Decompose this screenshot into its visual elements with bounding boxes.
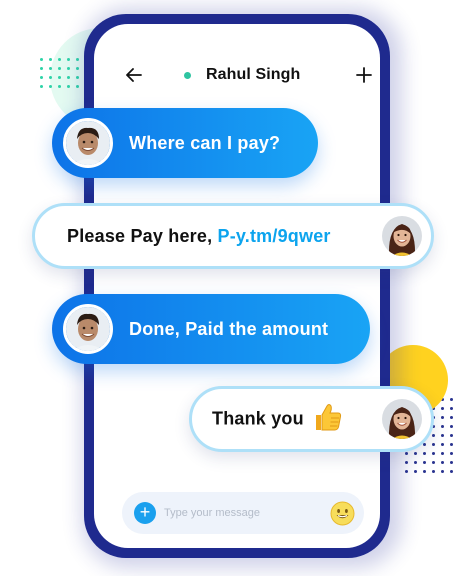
decorative-dot <box>76 67 79 70</box>
man-avatar <box>63 304 113 354</box>
message-text: Where can I pay? <box>129 132 281 153</box>
decorative-dot <box>450 443 453 446</box>
decorative-dot <box>49 67 52 70</box>
decorative-dot <box>450 407 453 410</box>
chat-header: Rahul Singh <box>94 24 380 102</box>
outgoing-message-bubble[interactable]: Thank you <box>189 386 434 452</box>
plus-circle-icon[interactable]: + <box>134 502 156 524</box>
decorative-dot <box>432 443 435 446</box>
decorative-dot <box>450 398 453 401</box>
decorative-dot <box>40 67 43 70</box>
decorative-dot <box>432 452 435 455</box>
decorative-dot <box>49 85 52 88</box>
decorative-dot <box>76 85 79 88</box>
decorative-dot <box>405 461 408 464</box>
plus-icon[interactable] <box>354 65 374 85</box>
decorative-dot <box>40 76 43 79</box>
decorative-dot <box>76 76 79 79</box>
decorative-dot <box>423 470 426 473</box>
decorative-dot <box>432 434 435 437</box>
decorative-dot <box>405 452 408 455</box>
decorative-dot <box>58 58 61 61</box>
message-text: Thank you <box>212 407 304 428</box>
decorative-dot <box>423 452 426 455</box>
decorative-dot <box>76 58 79 61</box>
decorative-dot <box>423 443 426 446</box>
incoming-message-bubble[interactable]: Where can I pay? <box>52 108 318 178</box>
decorative-dot <box>450 470 453 473</box>
payment-link[interactable]: P-y.tm/9qwer <box>218 226 331 246</box>
decorative-dot <box>67 67 70 70</box>
decorative-dot <box>67 58 70 61</box>
woman-avatar <box>379 396 425 442</box>
phone-frame: Rahul Singh + <box>84 14 390 558</box>
decorative-dot <box>450 425 453 428</box>
woman-avatar <box>379 213 425 259</box>
decorative-dot <box>441 443 444 446</box>
decorative-dot <box>58 76 61 79</box>
online-status-dot <box>184 72 191 79</box>
decorative-dot <box>432 470 435 473</box>
message-text: Please Pay here, <box>67 225 218 246</box>
decorative-dot <box>441 470 444 473</box>
decorative-dot <box>450 452 453 455</box>
chat-screen: Rahul Singh + <box>94 24 380 548</box>
decorative-dot <box>441 416 444 419</box>
decorative-dot <box>405 470 408 473</box>
incoming-message-bubble[interactable]: Done, Paid the amount <box>52 294 370 364</box>
message-input[interactable] <box>164 503 314 523</box>
message-text-wrapper: Please Pay here, P-y.tm/9qwer <box>67 226 331 247</box>
decorative-dot <box>40 58 43 61</box>
decorative-dot <box>49 76 52 79</box>
decorative-dot <box>40 85 43 88</box>
decorative-dot <box>58 85 61 88</box>
decorative-dot <box>450 461 453 464</box>
decorative-dot <box>441 452 444 455</box>
arrow-left-icon[interactable] <box>124 65 144 85</box>
contact-name: Rahul Singh <box>206 66 301 83</box>
decorative-dot <box>441 461 444 464</box>
decorative-dot <box>414 461 417 464</box>
decorative-dot <box>423 461 426 464</box>
decorative-dot <box>450 416 453 419</box>
smiley-icon[interactable] <box>330 501 355 526</box>
message-composer: + <box>122 492 364 534</box>
decorative-dot <box>432 461 435 464</box>
decorative-dot <box>441 434 444 437</box>
decorative-dot <box>67 76 70 79</box>
decorative-dot <box>58 67 61 70</box>
decorative-dot <box>441 425 444 428</box>
decorative-dot <box>67 85 70 88</box>
message-text: Done, Paid the amount <box>129 318 329 339</box>
man-avatar <box>63 118 113 168</box>
thumbs-up-icon <box>312 401 344 438</box>
decorative-dot <box>414 452 417 455</box>
decorative-dot <box>441 407 444 410</box>
outgoing-message-bubble[interactable]: Please Pay here, P-y.tm/9qwer <box>32 203 434 269</box>
decorative-dot <box>49 58 52 61</box>
message-text-wrapper: Thank you <box>212 401 344 438</box>
decorative-dot <box>414 470 417 473</box>
decorative-dot <box>450 434 453 437</box>
